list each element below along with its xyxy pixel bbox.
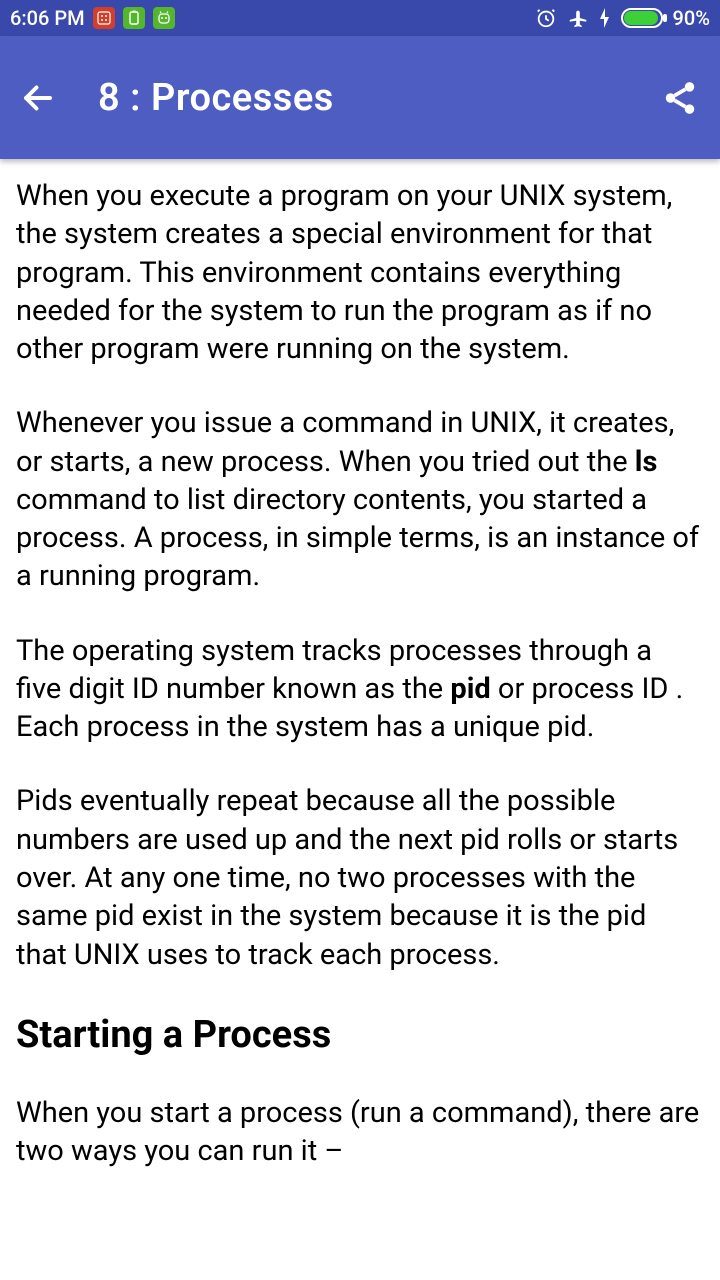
arrow-left-icon xyxy=(20,80,56,116)
status-time: 6:06 PM xyxy=(10,6,85,30)
bold-text: ls xyxy=(635,445,658,479)
app-bar: 8 : Processes xyxy=(0,36,720,159)
status-app-icon-battery xyxy=(123,7,145,29)
paragraph: When you start a process (run a command)… xyxy=(16,1094,704,1171)
alarm-icon xyxy=(535,7,557,29)
status-left: 6:06 PM xyxy=(10,6,175,30)
paragraph: The operating system tracks processes th… xyxy=(16,632,704,747)
status-app-icon-red xyxy=(93,7,115,29)
status-bar: 6:06 PM 90% xyxy=(0,0,720,36)
status-right: 90% xyxy=(535,6,710,30)
section-heading: Starting a Process xyxy=(16,1010,704,1060)
share-button[interactable] xyxy=(658,76,702,120)
airplane-icon xyxy=(567,7,589,29)
share-icon xyxy=(661,79,699,117)
charging-icon xyxy=(599,8,611,28)
battery-percent: 90% xyxy=(673,6,710,30)
bold-text: pid xyxy=(450,672,490,706)
paragraph: Whenever you issue a command in UNIX, it… xyxy=(16,404,704,595)
paragraph: Pids eventually repeat because all the p… xyxy=(16,782,704,973)
back-button[interactable] xyxy=(18,78,58,118)
text: command to list directory contents, you … xyxy=(16,483,699,594)
status-app-icon-robot xyxy=(153,7,175,29)
battery-fill xyxy=(624,11,658,25)
page-title: 8 : Processes xyxy=(98,76,334,120)
battery-icon xyxy=(621,8,663,28)
text: Whenever you issue a command in UNIX, it… xyxy=(16,406,674,478)
paragraph: When you execute a program on your UNIX … xyxy=(16,177,704,368)
article-content[interactable]: When you execute a program on your UNIX … xyxy=(0,159,720,1280)
